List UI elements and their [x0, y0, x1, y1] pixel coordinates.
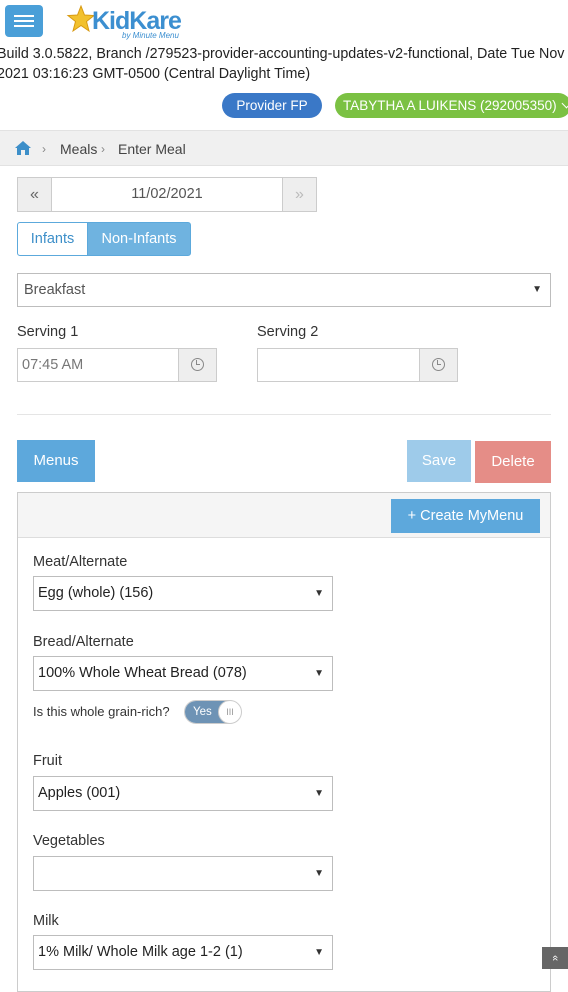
- save-button[interactable]: Save: [407, 440, 471, 482]
- bread-value: 100% Whole Wheat Bread (078): [38, 665, 247, 681]
- breadcrumb: › Meals › Enter Meal: [0, 130, 568, 166]
- vegetables-label: Vegetables: [33, 833, 105, 849]
- meat-label: Meat/Alternate: [33, 554, 128, 570]
- dropdown-arrow-icon: ▼: [314, 588, 324, 599]
- create-mymenu-button[interactable]: + Create MyMenu: [391, 499, 540, 533]
- menus-button[interactable]: Menus: [17, 440, 95, 482]
- serving1-time-value: 07:45 AM: [22, 357, 84, 373]
- meat-select[interactable]: Egg (whole) (156) ▼: [33, 576, 333, 611]
- milk-value: 1% Milk/ Whole Milk age 1-2 (1): [38, 944, 243, 960]
- user-name: TABYTHA A LUIKENS (292005350): [343, 98, 557, 113]
- delete-button[interactable]: Delete: [475, 441, 551, 483]
- date-navigator: « 11/02/2021 »: [17, 177, 317, 212]
- serving2-time-input[interactable]: [257, 348, 458, 382]
- scroll-to-top-button[interactable]: «: [542, 947, 568, 969]
- meat-value: Egg (whole) (156): [38, 585, 154, 601]
- tab-non-infants[interactable]: Non-Infants: [87, 222, 191, 256]
- fruit-label: Fruit: [33, 753, 62, 769]
- meal-type-value: Breakfast: [24, 282, 86, 298]
- date-display[interactable]: 11/02/2021: [52, 178, 282, 211]
- build-info: Build 3.0.5822, Branch /279523-provider-…: [0, 44, 568, 84]
- dropdown-arrow-icon: ▼: [314, 668, 324, 679]
- double-chevron-up-icon: «: [549, 954, 561, 962]
- breadcrumb-separator: ›: [42, 142, 46, 156]
- serving2-label: Serving 2: [257, 324, 319, 340]
- dropdown-arrow-icon: ▼: [314, 868, 324, 879]
- hamburger-line: [14, 20, 34, 22]
- whole-grain-question: Is this whole grain-rich?: [33, 704, 170, 719]
- tab-infants[interactable]: Infants: [17, 222, 88, 256]
- previous-day-button[interactable]: «: [18, 178, 52, 211]
- hamburger-line: [14, 25, 34, 27]
- panel-header: + Create MyMenu: [18, 493, 550, 538]
- bread-select[interactable]: 100% Whole Wheat Bread (078) ▼: [33, 656, 333, 691]
- fruit-select[interactable]: Apples (001) ▼: [33, 776, 333, 811]
- whole-grain-toggle[interactable]: Yes III: [184, 700, 242, 724]
- hamburger-line: [14, 15, 34, 17]
- breadcrumb-enter-meal: Enter Meal: [118, 141, 186, 157]
- breadcrumb-meals[interactable]: Meals: [60, 141, 97, 157]
- breadcrumb-separator: ›: [101, 142, 105, 156]
- serving1-label: Serving 1: [17, 324, 79, 340]
- milk-select[interactable]: 1% Milk/ Whole Milk age 1-2 (1) ▼: [33, 935, 333, 970]
- next-day-button[interactable]: »: [282, 178, 316, 211]
- milk-label: Milk: [33, 913, 59, 929]
- kidkare-logo[interactable]: KidKare by Minute Menu: [66, 3, 196, 43]
- dropdown-arrow-icon: ▼: [532, 284, 542, 295]
- fruit-value: Apples (001): [38, 785, 121, 801]
- chevron-down-icon: [561, 98, 568, 109]
- clock-icon[interactable]: [178, 349, 216, 381]
- provider-badge[interactable]: Provider FP: [222, 93, 322, 118]
- toggle-knob: III: [218, 700, 242, 724]
- logo-subtitle: by Minute Menu: [122, 31, 179, 40]
- clock-icon[interactable]: [419, 349, 457, 381]
- vegetables-select[interactable]: ▼: [33, 856, 333, 891]
- divider: [17, 414, 551, 415]
- build-info-line: Build 3.0.5822, Branch /279523-provider-…: [0, 46, 568, 62]
- home-icon[interactable]: [14, 140, 32, 156]
- dropdown-arrow-icon: ▼: [314, 947, 324, 958]
- meal-type-select[interactable]: Breakfast ▼: [17, 273, 551, 307]
- user-dropdown[interactable]: TABYTHA A LUIKENS (292005350): [335, 93, 568, 118]
- hamburger-menu-button[interactable]: [5, 5, 43, 37]
- serving1-time-input[interactable]: 07:45 AM: [17, 348, 217, 382]
- bread-label: Bread/Alternate: [33, 634, 134, 650]
- build-info-line: 2021 03:16:23 GMT-0500 (Central Daylight…: [0, 66, 311, 82]
- dropdown-arrow-icon: ▼: [314, 788, 324, 799]
